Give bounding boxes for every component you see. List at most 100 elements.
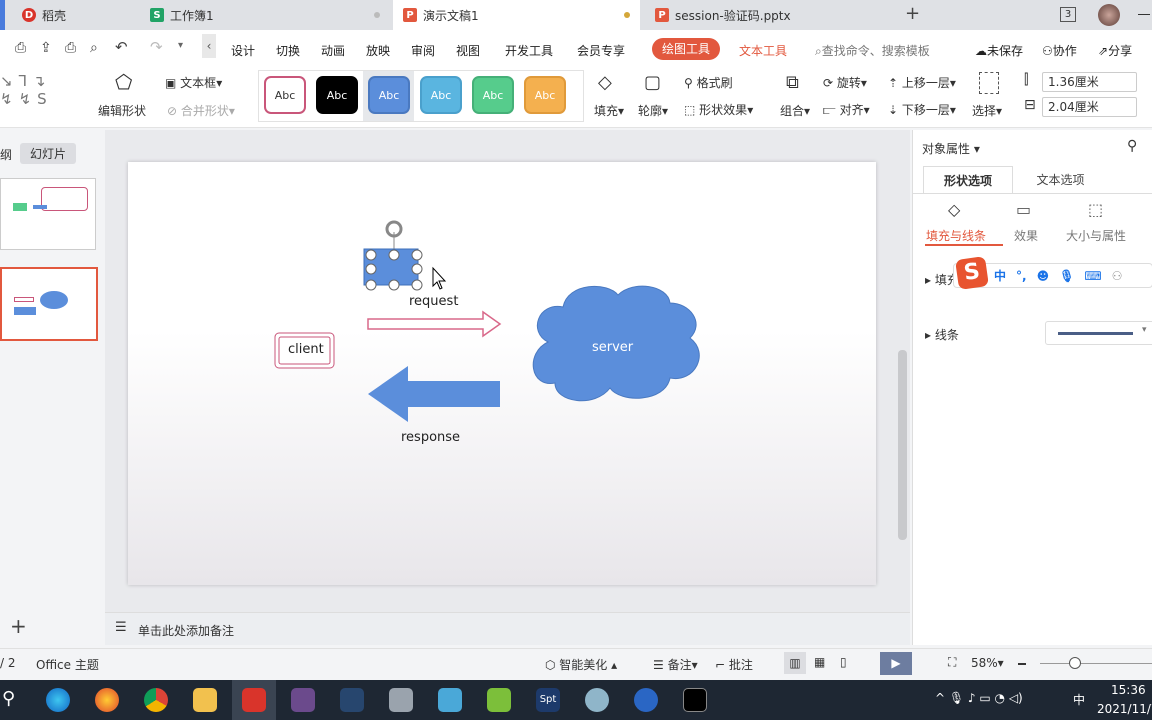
shape-style-6[interactable]: Abc [524, 76, 566, 114]
share-button[interactable]: ⇗分享 [1098, 42, 1132, 59]
tab-workbook[interactable]: S 工作簿1 [140, 0, 390, 30]
ime-language[interactable]: 中 [994, 267, 1006, 284]
print-icon[interactable]: ⎙ [65, 40, 76, 56]
panel-title[interactable]: 对象属性 ▾ [922, 140, 980, 157]
format-painter-button[interactable]: ⚲ 格式刷 [684, 74, 733, 91]
search-commands[interactable]: ⌕查找命令、搜索模板 [815, 42, 930, 59]
bring-forward-button[interactable]: ⇡ 上移一层▾ [888, 74, 956, 91]
shape-effect-button[interactable]: ⬚ 形状效果▾ [684, 101, 753, 118]
tab-slides[interactable]: 幻灯片 [20, 143, 77, 164]
pin-icon[interactable]: ⚲ [1127, 138, 1137, 154]
app-icon[interactable] [389, 688, 413, 712]
align-button[interactable]: ⫍ 对齐▾ [823, 101, 870, 118]
menu-review[interactable]: 审阅 [411, 42, 435, 59]
tab-text-options[interactable]: 文本选项 [1013, 166, 1108, 194]
clock-date[interactable]: 2021/11/7 [1097, 702, 1152, 716]
shape-style-5[interactable]: Abc [472, 76, 514, 114]
slide-thumbnail-1[interactable] [0, 178, 96, 250]
redo-icon[interactable]: ↷ [150, 38, 163, 56]
file-explorer-icon[interactable] [193, 688, 217, 712]
ime-punct[interactable]: °, [1016, 269, 1027, 283]
skin-icon[interactable]: ⚇ [1112, 269, 1123, 283]
menu-animation[interactable]: 动画 [321, 42, 345, 59]
tab-text-tools[interactable]: 文本工具 [739, 42, 787, 59]
ime-indicator[interactable]: 中 [1073, 691, 1085, 708]
keyboard-icon[interactable]: ⌨ [1084, 269, 1101, 283]
notepad-icon[interactable] [487, 688, 511, 712]
response-arrow[interactable] [368, 366, 500, 422]
idea-icon[interactable] [291, 688, 315, 712]
request-arrow[interactable] [367, 310, 502, 338]
clock-time[interactable]: 15:36 [1111, 683, 1146, 697]
subtab-fill-line[interactable]: 填充与线条 [926, 227, 986, 244]
paint-icon[interactable] [585, 688, 609, 712]
zoom-out-button[interactable] [1018, 663, 1026, 665]
connector-shapes-gallery[interactable]: ↘⅂↴ ↯↯S [0, 72, 53, 108]
edge-icon[interactable] [46, 688, 70, 712]
sogou-ime-logo[interactable]: S [955, 256, 989, 290]
customize-dropdown-icon[interactable]: ▾ [178, 40, 183, 51]
menu-developer[interactable]: 开发工具 [505, 42, 553, 59]
tab-presentation[interactable]: P 演示文稿1 [393, 0, 640, 30]
smart-beautify-button[interactable]: ⬡ 智能美化 ▴ [545, 656, 617, 673]
merge-shape-button[interactable]: ⊘ 合并形状▾ [167, 102, 235, 119]
menu-member[interactable]: 会员专享 [577, 42, 625, 59]
fill-button[interactable]: 填充▾ [594, 102, 624, 119]
height-input[interactable]: 1.36厘米 [1042, 72, 1137, 92]
zoom-slider-thumb[interactable] [1069, 657, 1081, 669]
zoom-slider[interactable] [1040, 663, 1152, 664]
selected-rectangle[interactable] [363, 220, 423, 291]
window-count-button[interactable]: 3 [1060, 7, 1076, 22]
menu-view[interactable]: 视图 [456, 42, 480, 59]
zoom-level[interactable]: 58%▾ [971, 656, 1004, 670]
line-section[interactable]: ▸ 线条 [925, 326, 959, 343]
app-icon[interactable] [438, 688, 462, 712]
notes-bar[interactable]: ☰ 单击此处添加备注 [105, 612, 910, 645]
fit-window-icon[interactable]: ⛶ [948, 655, 956, 670]
tab-shape-options[interactable]: 形状选项 [923, 166, 1013, 194]
width-input[interactable]: 2.04厘米 [1042, 97, 1137, 117]
select-button[interactable]: 选择▾ [972, 102, 1002, 119]
minimize-button[interactable] [1138, 14, 1150, 15]
app-b-icon[interactable] [634, 688, 658, 712]
notes-toggle[interactable]: ☰ 备注▾ [653, 656, 698, 673]
save-icon[interactable]: ⎙ [15, 40, 26, 56]
export-icon[interactable]: ⇪ [40, 40, 52, 56]
chrome-icon[interactable] [144, 688, 168, 712]
reading-view-icon[interactable]: ▯ [840, 655, 847, 669]
firefox-icon[interactable] [95, 688, 119, 712]
emoji-icon[interactable]: ☻ [1037, 269, 1050, 283]
shape-style-1[interactable]: Abc [264, 76, 306, 114]
print-preview-icon[interactable]: ⌕ [90, 40, 98, 56]
shape-style-3[interactable]: Abc [368, 76, 410, 114]
shape-style-4[interactable]: Abc [420, 76, 462, 114]
shape-style-2[interactable]: Abc [316, 76, 358, 114]
menu-slideshow[interactable]: 放映 [366, 42, 390, 59]
line-style-dropdown[interactable]: ▾ [1045, 321, 1152, 345]
textbox-button[interactable]: ▣ 文本框▾ [165, 74, 222, 91]
add-slide-button[interactable]: + [10, 614, 27, 638]
menu-design[interactable]: 设计 [231, 42, 255, 59]
new-tab-button[interactable]: + [905, 3, 920, 24]
rotate-button[interactable]: ⟳ 旋转▾ [823, 74, 867, 91]
outline-button[interactable]: 轮廓▾ [638, 102, 668, 119]
spt-icon[interactable]: Spt [536, 688, 560, 712]
avatar[interactable] [1098, 4, 1120, 26]
tab-session[interactable]: Psession-验证码.pptx [645, 0, 895, 30]
vertical-scrollbar[interactable] [898, 350, 907, 540]
terminal-icon[interactable] [683, 688, 707, 712]
mysql-workbench-icon[interactable] [340, 688, 364, 712]
edit-shape-button[interactable]: 编辑形状 [98, 102, 146, 119]
scroll-left-icon[interactable]: ‹ [202, 34, 216, 58]
wps-icon[interactable] [242, 688, 266, 712]
menu-transition[interactable]: 切换 [276, 42, 300, 59]
comment-button[interactable]: ⌐ 批注 [715, 656, 753, 673]
mic-icon[interactable]: 🎙 [1059, 269, 1074, 283]
subtab-effect[interactable]: 效果 [1014, 227, 1038, 244]
group-button[interactable]: 组合▾ [780, 102, 810, 119]
play-button[interactable]: ▶ [880, 652, 912, 675]
tray-icons[interactable]: ^ 🎙 ♪ ▭ ◔ ◁) [935, 691, 1023, 705]
tab-docer[interactable]: D 稻壳 [12, 0, 137, 30]
undo-icon[interactable]: ↶ [115, 38, 128, 56]
sorter-view-icon[interactable]: ▦ [814, 655, 825, 669]
